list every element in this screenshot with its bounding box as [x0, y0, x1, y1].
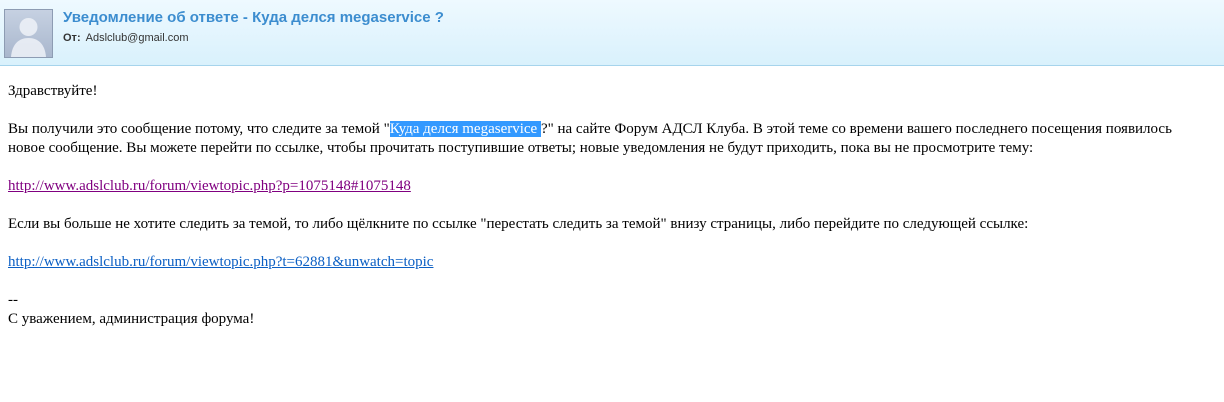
- message-subject: Уведомление об ответе - Куда делся megas…: [63, 9, 444, 26]
- topic-post-link[interactable]: http://www.adslclub.ru/forum/viewtopic.p…: [8, 178, 411, 194]
- message-header: Уведомление об ответе - Куда делся megas…: [0, 0, 1224, 66]
- signature-text: С уважением, администрация форума!: [8, 311, 255, 327]
- from-label: От:: [63, 32, 81, 44]
- paragraph-text-line2: новое сообщение. Вы можете перейти по сс…: [8, 140, 1034, 156]
- message-body: Здравствуйте! Вы получили это сообщение …: [8, 82, 1224, 329]
- paragraph-text-start: Вы получили это сообщение потому, что сл…: [8, 121, 390, 137]
- unwatch-topic-link[interactable]: http://www.adslclub.ru/forum/viewtopic.p…: [8, 254, 433, 270]
- unwatch-paragraph: Если вы больше не хотите следить за темо…: [8, 216, 1029, 232]
- signature-dash: --: [8, 292, 18, 308]
- selected-topic-text: Куда делся megaservice: [389, 121, 541, 137]
- notification-paragraph: Вы получили это сообщение потому, что сл…: [8, 120, 1224, 158]
- person-silhouette-icon: [11, 18, 46, 57]
- greeting: Здравствуйте!: [8, 83, 98, 99]
- from-row: От: Adslclub@gmail.com: [63, 32, 188, 44]
- link-paragraph-2: http://www.adslclub.ru/forum/viewtopic.p…: [8, 253, 1224, 272]
- paragraph-text-end: ?" на сайте Форум АДСЛ Клуба. В этой тем…: [540, 121, 1172, 137]
- link-paragraph-1: http://www.adslclub.ru/forum/viewtopic.p…: [8, 177, 1224, 196]
- sender-email[interactable]: Adslclub@gmail.com: [86, 32, 189, 44]
- sender-avatar[interactable]: [4, 9, 53, 58]
- signature: -- С уважением, администрация форума!: [8, 291, 1224, 329]
